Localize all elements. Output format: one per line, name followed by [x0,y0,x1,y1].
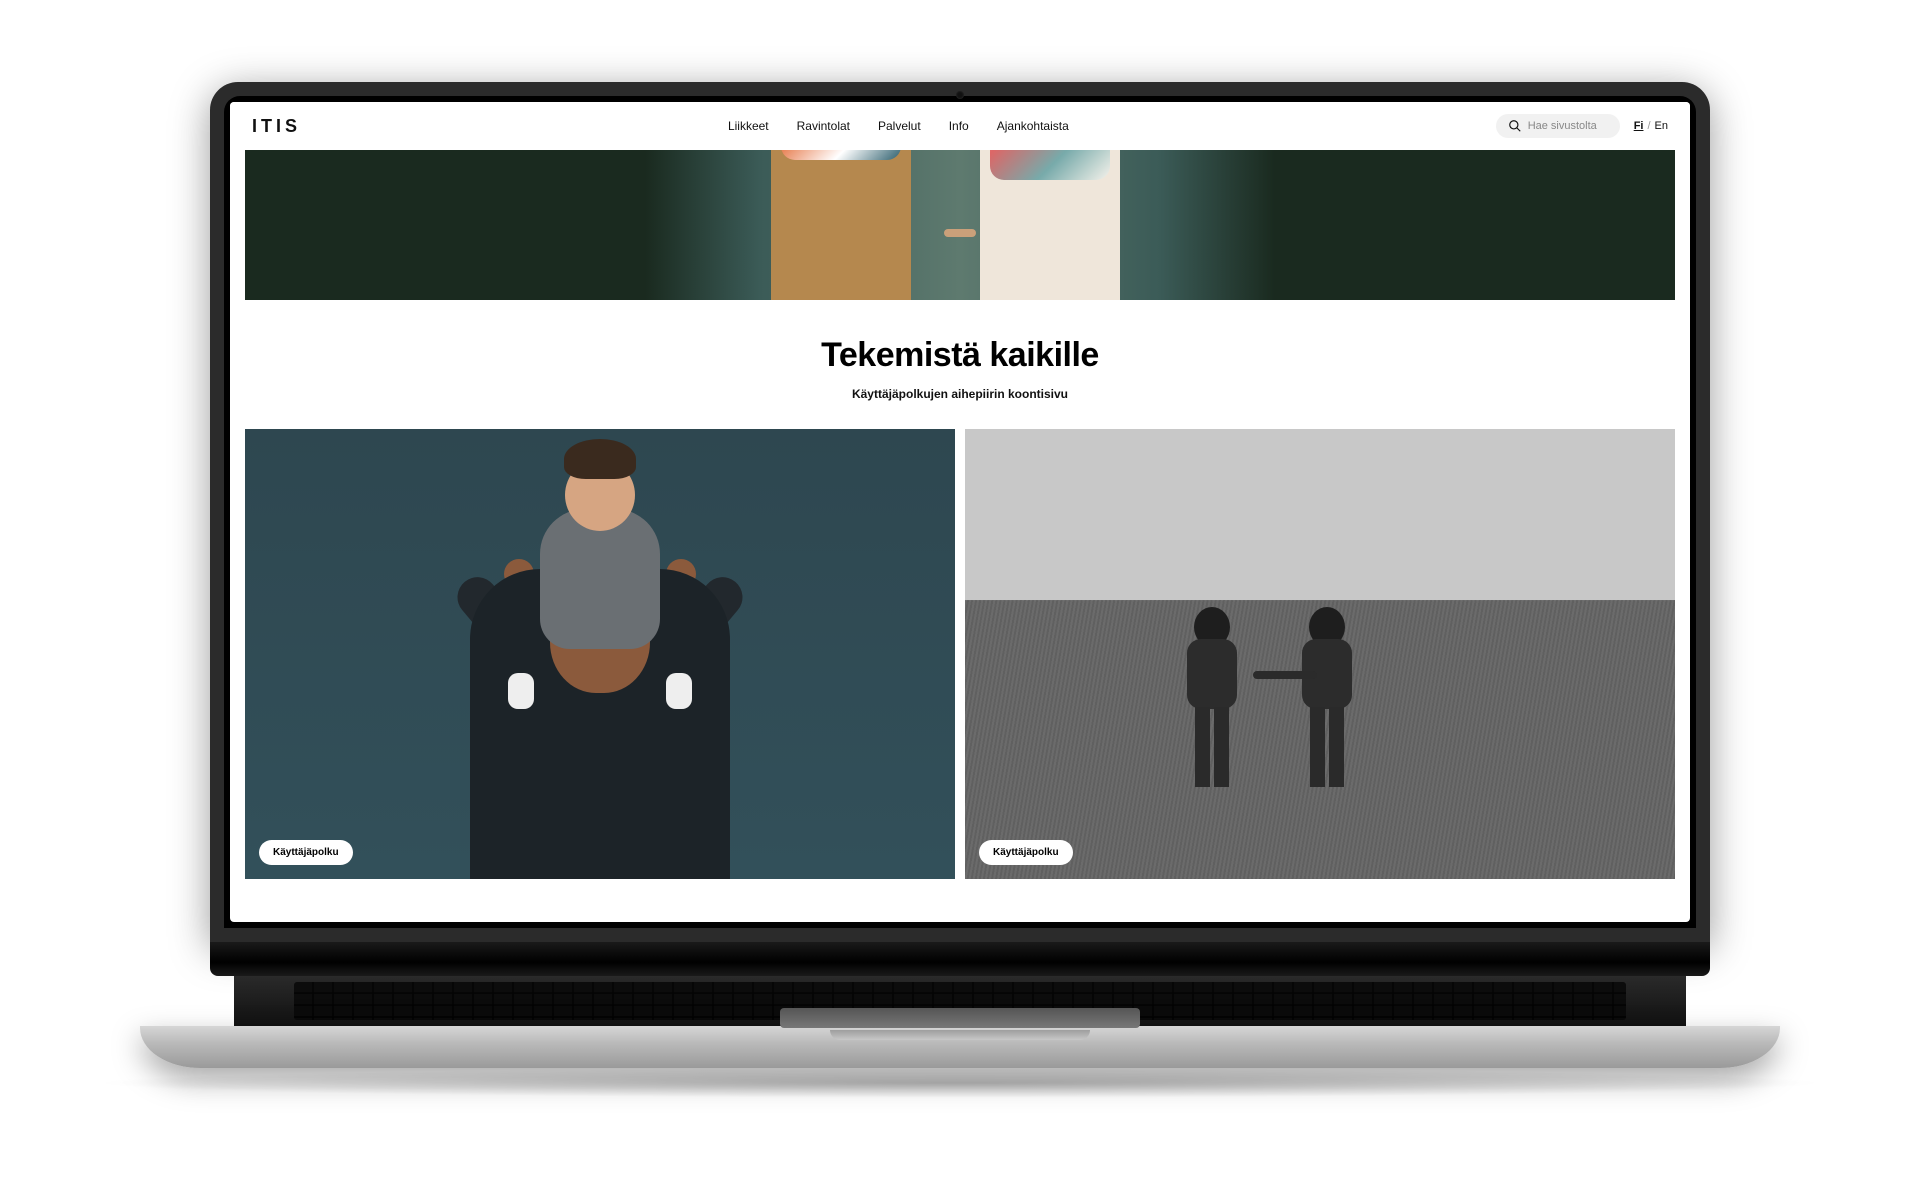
laptop-base [140,1026,1780,1068]
card-2-illustration [1177,589,1247,789]
card-2-tag[interactable]: Käyttäjäpolku [979,840,1073,865]
webpage-viewport: ITIS Liikkeet Ravintolat Palvelut Info A… [230,102,1690,922]
hero-banner [245,150,1675,300]
card-1[interactable]: Käyttäjäpolku [245,429,955,879]
laptop-bezel: ITIS Liikkeet Ravintolat Palvelut Info A… [210,82,1710,942]
nav-link-ajankohtaista[interactable]: Ajankohtaista [997,119,1069,133]
card-1-illustration [540,509,660,649]
lang-en[interactable]: En [1655,120,1668,132]
site-header: ITIS Liikkeet Ravintolat Palvelut Info A… [230,102,1690,150]
webcam-dot [956,91,964,99]
laptop-screen: ITIS Liikkeet Ravintolat Palvelut Info A… [224,96,1696,928]
hero-image [245,150,1675,300]
nav-link-ravintolat[interactable]: Ravintolat [797,119,850,133]
nav-link-liikkeet[interactable]: Liikkeet [728,119,769,133]
laptop-hinge [210,942,1710,976]
language-switcher: Fi / En [1634,120,1668,132]
laptop-mockup: ITIS Liikkeet Ravintolat Palvelut Info A… [210,82,1710,1098]
laptop-trackpad [780,1008,1140,1028]
site-logo[interactable]: ITIS [252,116,301,137]
search-input[interactable] [1528,120,1608,132]
hero-hands [944,229,976,237]
hero-figure-right [980,150,1120,300]
card-1-illustration [666,673,692,709]
page-title: Tekemistä kaikille [246,336,1674,375]
header-right: Fi / En [1496,114,1668,138]
search-box[interactable] [1496,114,1620,138]
search-icon [1508,119,1522,133]
title-section: Tekemistä kaikille Käyttäjäpolkujen aihe… [230,300,1690,429]
cards-grid: Käyttäjäpolku Käyttäjäpolku [230,429,1690,879]
hero-figure-left [771,150,911,300]
nav-link-info[interactable]: Info [949,119,969,133]
lang-sep: / [1647,120,1650,132]
main-nav: Liikkeet Ravintolat Palvelut Info Ajanko… [728,119,1069,133]
card-2[interactable]: Käyttäjäpolku [965,429,1675,879]
card-2-illustration [1253,671,1317,679]
card-1-tag[interactable]: Käyttäjäpolku [259,840,353,865]
card-1-illustration [508,673,534,709]
lang-fi[interactable]: Fi [1634,120,1644,132]
laptop-shadow [90,1068,1830,1098]
nav-link-palvelut[interactable]: Palvelut [878,119,921,133]
page-subtitle: Käyttäjäpolkujen aihepiirin koontisivu [246,387,1674,401]
card-2-illustration [1292,589,1362,789]
